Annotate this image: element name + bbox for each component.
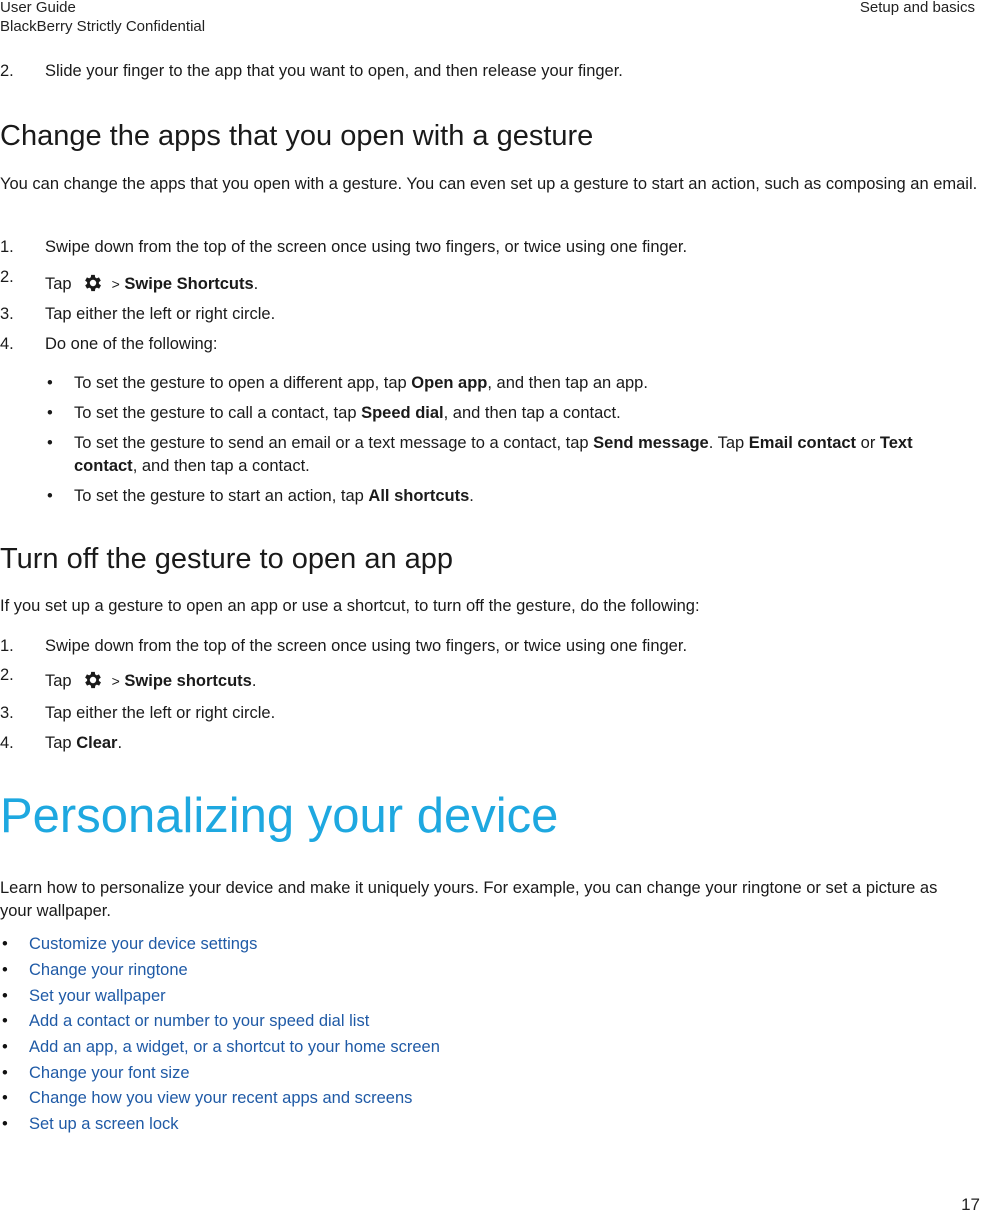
step-text: Swipe down from the top of the screen on… [45, 238, 688, 256]
page-number: 17 [961, 1195, 980, 1214]
bullet: • [2, 1089, 8, 1107]
step-number: 2. [0, 62, 14, 80]
bullet: • [2, 1038, 8, 1056]
chapter-title: Personalizing your device [0, 789, 559, 843]
topic-link[interactable]: Change your font size [29, 1064, 190, 1083]
topic-link[interactable]: Set your wallpaper [29, 987, 166, 1006]
topic-link[interactable]: Add an app, a widget, or a shortcut to y… [29, 1038, 440, 1057]
step-text: Do one of the following: [45, 335, 218, 353]
step-text: Tap > Swipe Shortcuts. [45, 272, 258, 294]
step-text: Swipe down from the top of the screen on… [45, 637, 688, 655]
bullet: • [2, 1012, 8, 1030]
topic-link[interactable]: Change how you view your recent apps and… [29, 1089, 412, 1108]
section-description: You can change the apps that you open wi… [0, 175, 978, 193]
step-text: Slide your finger to the app that you wa… [45, 62, 623, 80]
step-text: Tap > Swipe shortcuts. [45, 669, 256, 691]
confidentiality-label: BlackBerry Strictly Confidential [0, 18, 206, 35]
topic-link[interactable]: Add a contact or number to your speed di… [29, 1012, 369, 1031]
step-number: 4. [0, 335, 14, 353]
bullet: • [2, 1064, 8, 1082]
bullet: • [2, 987, 8, 1005]
option-bullet: • To set the gesture to call a contact, … [47, 404, 621, 422]
bullet: • [2, 935, 8, 953]
page-header-left: User Guide BlackBerry Strictly Confident… [0, 0, 205, 36]
step-number: 2. [0, 268, 14, 286]
option-bullet: • To set the gesture to send an email or… [47, 434, 913, 475]
step-number: 3. [0, 704, 14, 722]
step-number: 4. [0, 734, 14, 752]
chapter-description: Learn how to personalize your device and… [0, 879, 938, 920]
step-number: 2. [0, 666, 14, 684]
gear-icon [84, 274, 101, 292]
option-bullet: • To set the gesture to open a different… [47, 374, 648, 392]
section-description: If you set up a gesture to open an app o… [0, 597, 700, 615]
section-name: Setup and basics [859, 0, 975, 16]
bullet: • [2, 961, 8, 979]
topic-link[interactable]: Set up a screen lock [29, 1115, 179, 1134]
bullet: • [2, 1115, 8, 1133]
step-text: Tap either the left or right circle. [45, 305, 276, 323]
topic-link[interactable]: Customize your device settings [29, 935, 257, 954]
step-text: Tap either the left or right circle. [45, 704, 276, 722]
step-number: 1. [0, 238, 14, 256]
gear-icon [84, 671, 101, 689]
step-number: 3. [0, 305, 14, 323]
doc-title: User Guide [0, 0, 76, 16]
section-heading-change-apps: Change the apps that you open with a ges… [0, 120, 594, 152]
step-text: Tap Clear. [45, 734, 123, 752]
option-bullet: • To set the gesture to start an action,… [47, 487, 474, 505]
step-number: 1. [0, 637, 14, 655]
topic-link[interactable]: Change your ringtone [29, 961, 188, 980]
section-heading-turn-off: Turn off the gesture to open an app [0, 543, 454, 575]
